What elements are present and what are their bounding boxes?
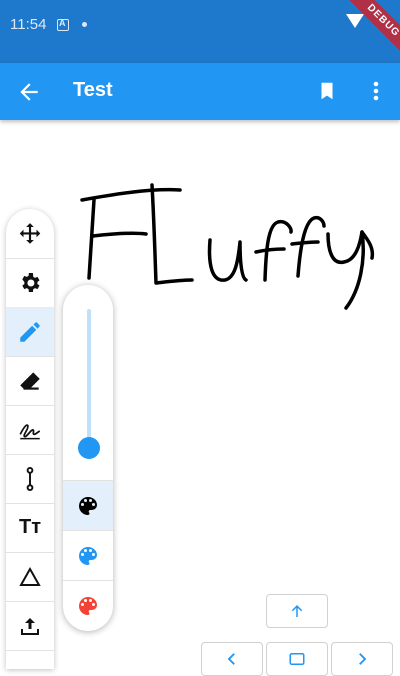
palette-red-button[interactable] <box>63 580 113 630</box>
page-title: Test <box>73 79 113 101</box>
tool-settings[interactable] <box>6 258 54 308</box>
tool-eraser[interactable] <box>6 356 54 406</box>
center-focus-icon <box>289 653 305 665</box>
tool-text[interactable]: Tт <box>6 503 54 553</box>
wifi-icon <box>346 14 364 28</box>
more-vert-icon[interactable] <box>366 80 386 102</box>
scroll-left-button[interactable] <box>201 642 263 676</box>
tool-pencil[interactable] <box>6 307 54 357</box>
back-arrow-icon[interactable] <box>16 79 42 105</box>
palette-black-button[interactable] <box>63 480 113 530</box>
arrow-up-icon <box>291 605 303 617</box>
signature-icon <box>19 423 41 439</box>
gear-icon <box>22 272 40 292</box>
notification-a-icon <box>57 18 69 31</box>
arrow-right-icon <box>359 653 367 665</box>
tool-signature[interactable] <box>6 405 54 455</box>
text-size-icon: Tт <box>18 516 41 538</box>
status-time: 11:54 <box>10 16 47 33</box>
tool-line[interactable] <box>6 454 54 504</box>
tool-sidebar: Tт <box>6 209 54 669</box>
stroke-width-slider-thumb[interactable] <box>78 437 100 459</box>
tool-export[interactable] <box>6 601 54 651</box>
triangle-icon <box>19 566 41 586</box>
palette-icon <box>79 496 97 515</box>
tool-shape[interactable] <box>6 552 54 602</box>
notification-dot-icon <box>82 22 87 27</box>
scroll-right-button[interactable] <box>331 642 393 676</box>
stroke-width-slider[interactable] <box>87 309 91 449</box>
palette-blue-button[interactable] <box>63 530 113 580</box>
upload-icon <box>21 617 39 635</box>
scroll-up-button[interactable] <box>266 594 328 628</box>
bookmark-icon[interactable] <box>316 80 338 102</box>
move-icon <box>19 222 41 244</box>
palette-icon <box>79 596 97 615</box>
arrow-left-icon <box>227 653 235 665</box>
stroke-options-popup <box>63 285 113 631</box>
app-bar: Test <box>0 63 400 120</box>
eraser-icon <box>20 371 40 390</box>
tool-move[interactable] <box>6 209 54 259</box>
center-view-button[interactable] <box>266 642 328 676</box>
line-icon <box>26 466 34 491</box>
pencil-icon <box>20 321 40 342</box>
palette-icon <box>79 546 97 565</box>
status-bar: 11:54 <box>0 0 400 63</box>
